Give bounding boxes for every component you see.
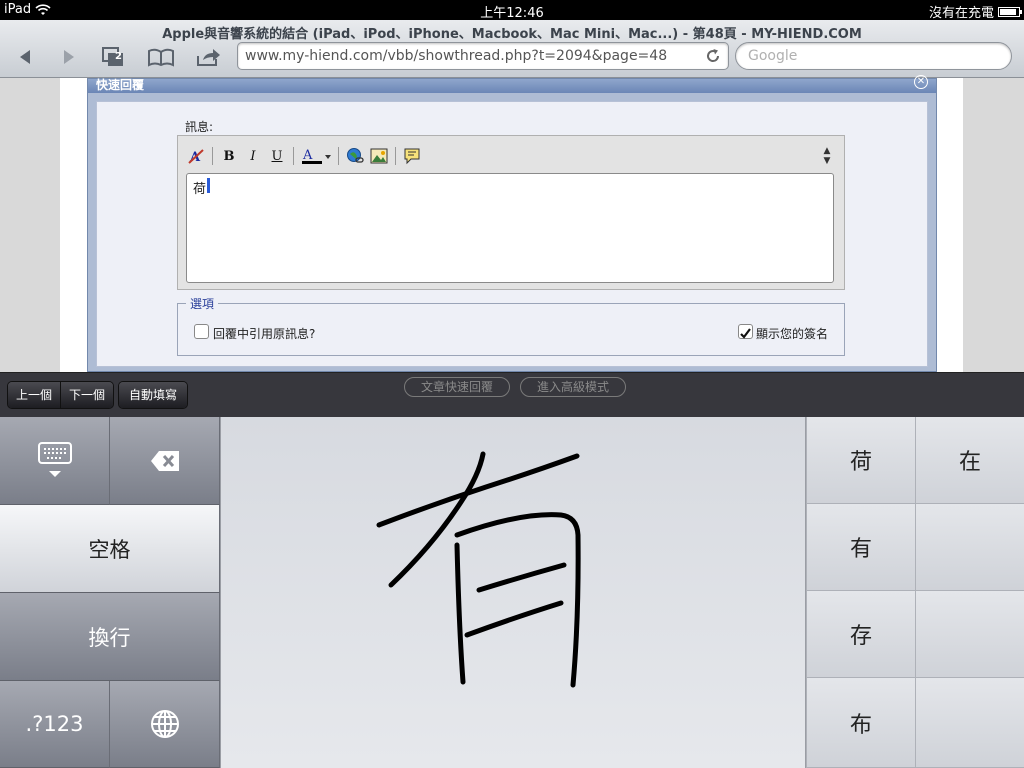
clock: 上午12:46: [480, 6, 544, 21]
image-icon: [370, 148, 388, 164]
handwriting-canvas[interactable]: [220, 417, 806, 768]
bold-button[interactable]: B: [219, 146, 239, 166]
candidate-4[interactable]: [915, 504, 1024, 591]
candidate-1[interactable]: 荷: [806, 417, 915, 504]
back-button[interactable]: [10, 44, 40, 70]
remove-format-button[interactable]: A: [186, 146, 206, 166]
status-bar: iPad 上午12:46 沒有在充電: [0, 0, 1024, 21]
forward-button[interactable]: [54, 44, 84, 70]
resize-editor-icon[interactable]: ▲ ▼: [820, 146, 834, 168]
tabs-button[interactable]: 2: [98, 44, 128, 70]
italic-button[interactable]: I: [243, 146, 263, 166]
bookmarks-button[interactable]: [146, 44, 176, 70]
candidate-5[interactable]: 存: [806, 591, 915, 678]
browser-toolbar: Apple與音響系統的結合 (iPad、iPod、iPhone、Macbook、…: [0, 20, 1024, 78]
keyboard-hide-icon: [37, 441, 72, 477]
numbers-key[interactable]: .?123: [0, 681, 110, 768]
panel-title: 快速回覆: [96, 78, 145, 92]
text-color-icon: A: [302, 148, 331, 164]
options-legend: 選項: [186, 295, 219, 312]
dismiss-keyboard-button[interactable]: [0, 417, 110, 505]
handwriting-keyboard: 空格 換行 .?123 荷 在 有 存 布: [0, 417, 1024, 768]
advanced-mode-button[interactable]: 進入高級模式: [520, 377, 627, 397]
share-icon: [197, 49, 220, 66]
globe-icon: [150, 710, 179, 738]
editor-toolbar: A B I U A: [186, 146, 422, 166]
toolbar-divider: [293, 147, 294, 165]
reload-icon[interactable]: [704, 47, 722, 65]
quote-icon: [404, 148, 420, 165]
next-button[interactable]: 下一個: [60, 382, 114, 408]
quick-reply-panel: 快速回覆 ✕ 訊息: A B I U: [87, 75, 937, 372]
candidate-2[interactable]: 在: [915, 417, 1024, 504]
autofill-control: 自動填寫: [118, 381, 189, 409]
globe-link-icon: [347, 148, 364, 163]
quick-reply-submit-button[interactable]: 文章快速回覆: [404, 377, 511, 397]
insert-image-button[interactable]: [369, 146, 389, 166]
signature-label: 顯示您的簽名: [756, 327, 829, 341]
search-field[interactable]: Google: [735, 42, 1012, 70]
toolbar-divider: [395, 147, 396, 165]
quote-button[interactable]: [402, 146, 422, 166]
toolbar-divider: [212, 147, 213, 165]
web-content: 快速回覆 ✕ 訊息: A B I U: [0, 75, 1024, 372]
return-key[interactable]: 換行: [0, 593, 220, 681]
text-cursor: [207, 178, 210, 193]
handwritten-stroke: [376, 451, 581, 688]
underline-button[interactable]: U: [267, 146, 287, 166]
message-label: 訊息:: [185, 120, 214, 134]
autofill-button[interactable]: 自動填寫: [119, 382, 188, 408]
message-textarea[interactable]: 荷: [186, 173, 834, 283]
options-fieldset: 選項 回覆中引用原訊息? 顯示您的簽名: [177, 295, 845, 356]
panel-header: 快速回覆 ✕: [88, 75, 936, 93]
rich-text-editor: A B I U A: [177, 135, 845, 290]
search-placeholder: Google: [748, 48, 798, 64]
bookmarks-icon: [148, 48, 174, 67]
text-color-button[interactable]: A: [300, 146, 332, 166]
url-field[interactable]: www.my-hiend.com/vbb/showthread.php?t=20…: [237, 42, 729, 70]
previous-button[interactable]: 上一個: [8, 382, 61, 408]
battery-status: 沒有在充電: [928, 6, 994, 21]
tab-count: 2: [115, 51, 122, 62]
quote-checkbox[interactable]: [194, 324, 209, 339]
page-title: Apple與音響系統的結合 (iPad、iPod、iPhone、Macbook、…: [162, 27, 862, 42]
language-switch-button[interactable]: [110, 681, 220, 768]
close-icon[interactable]: ✕: [914, 75, 928, 89]
share-button[interactable]: [193, 44, 223, 70]
candidate-7[interactable]: 布: [806, 678, 915, 768]
candidate-3[interactable]: 有: [806, 504, 915, 591]
message-text: 荷: [193, 182, 207, 197]
signature-checkbox[interactable]: [738, 324, 753, 339]
toolbar-divider: [338, 147, 339, 165]
forward-icon: [64, 50, 74, 64]
candidate-8[interactable]: [915, 678, 1024, 768]
svg-text:A: A: [302, 148, 313, 163]
backspace-icon: [150, 450, 179, 471]
prev-next-control: 上一個 下一個: [7, 381, 115, 409]
panel-body: 訊息: A B I U A: [96, 101, 928, 367]
form-assistant-bar: 文章快速回覆 進入高級模式 上一個 下一個 自動填寫: [0, 372, 1024, 417]
space-key[interactable]: 空格: [0, 505, 220, 593]
quote-label: 回覆中引用原訊息?: [213, 327, 316, 341]
url-text: www.my-hiend.com/vbb/showthread.php?t=20…: [245, 48, 668, 64]
battery-icon: [998, 6, 1022, 17]
checkmark-icon: [740, 328, 751, 339]
remove-format-icon: A: [188, 149, 204, 165]
back-icon: [20, 50, 30, 64]
candidate-6[interactable]: [915, 591, 1024, 678]
delete-button[interactable]: [110, 417, 220, 505]
insert-link-button[interactable]: [345, 146, 365, 166]
